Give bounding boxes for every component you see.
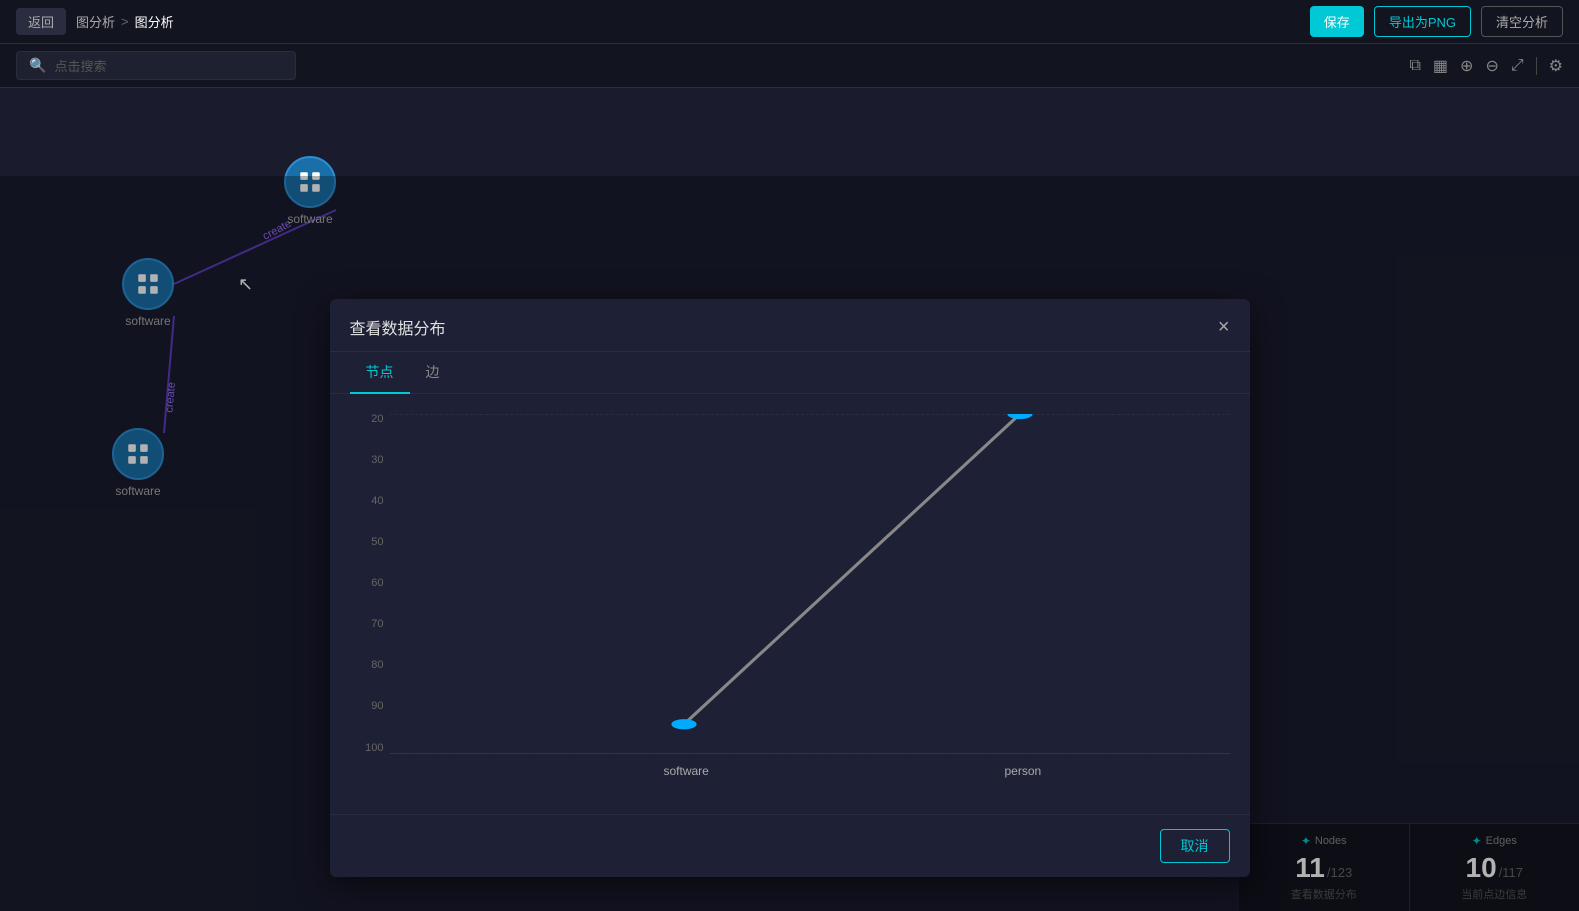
topbar: 返回 图分析 > 图分析 保存 导出为PNG 清空分析: [0, 0, 1579, 44]
save-button[interactable]: 保存: [1310, 6, 1364, 37]
canvas-area: create create software software software…: [0, 88, 1579, 911]
topbar-right: 保存 导出为PNG 清空分析: [1310, 6, 1563, 37]
toolbar-icon-2[interactable]: ▦: [1433, 56, 1448, 76]
y-label-100: 100: [350, 743, 390, 754]
breadcrumb-parent[interactable]: 图分析: [76, 12, 115, 31]
y-label-30: 30: [350, 455, 390, 466]
y-label-80: 80: [350, 660, 390, 671]
clear-button[interactable]: 清空分析: [1481, 6, 1563, 37]
tab-edges[interactable]: 边: [410, 352, 456, 394]
toolbar-right: ⧉ ▦ ⊕ ⊖ ⤢ ⚙: [1409, 56, 1563, 76]
settings-icon[interactable]: ⚙: [1549, 56, 1563, 76]
y-label-40: 40: [350, 496, 390, 507]
modal-body: 100 90 80 70 60 50 40 30 20: [330, 394, 1250, 814]
chart-x-axis: software person: [390, 754, 1230, 794]
y-label-70: 70: [350, 619, 390, 630]
breadcrumb-separator: >: [121, 14, 129, 29]
back-button[interactable]: 返回: [16, 8, 66, 35]
chart-y-axis: 100 90 80 70 60 50 40 30 20: [350, 414, 390, 754]
chart-svg: [390, 414, 1230, 754]
toolbar-divider: [1536, 57, 1537, 75]
y-label-50: 50: [350, 537, 390, 548]
cancel-button[interactable]: 取消: [1160, 829, 1230, 863]
y-label-90: 90: [350, 701, 390, 712]
y-label-60: 60: [350, 578, 390, 589]
x-label-person: person: [1005, 764, 1042, 778]
export-button[interactable]: 导出为PNG: [1374, 6, 1471, 37]
search-box[interactable]: 🔍 点击搜索: [16, 51, 296, 80]
breadcrumb-current: 图分析: [135, 12, 174, 31]
search-icon: 🔍: [29, 57, 46, 74]
search-bar-row: 🔍 点击搜索 ⧉ ▦ ⊕ ⊖ ⤢ ⚙: [0, 44, 1579, 88]
modal-dialog: 查看数据分布 × 节点 边 100 90 80 70 60: [330, 299, 1250, 877]
modal-tabs: 节点 边: [330, 352, 1250, 394]
x-label-software: software: [664, 764, 709, 778]
fullscreen-icon[interactable]: ⤢: [1511, 57, 1524, 75]
topbar-left: 返回 图分析 > 图分析: [16, 8, 174, 35]
y-label-20: 20: [350, 414, 390, 425]
modal-overlay: 查看数据分布 × 节点 边 100 90 80 70 60: [0, 176, 1579, 911]
modal-close-button[interactable]: ×: [1218, 317, 1230, 337]
toolbar-icon-1[interactable]: ⧉: [1409, 57, 1420, 75]
modal-footer: 取消: [330, 814, 1250, 877]
zoom-out-icon[interactable]: ⊖: [1485, 56, 1498, 76]
zoom-in-icon[interactable]: ⊕: [1460, 56, 1473, 76]
search-placeholder: 点击搜索: [54, 56, 106, 75]
chart-container: 100 90 80 70 60 50 40 30 20: [350, 414, 1230, 794]
modal-header: 查看数据分布 ×: [330, 299, 1250, 352]
breadcrumb: 图分析 > 图分析: [76, 12, 174, 31]
modal-title: 查看数据分布: [350, 315, 446, 339]
tab-nodes[interactable]: 节点: [350, 352, 410, 394]
